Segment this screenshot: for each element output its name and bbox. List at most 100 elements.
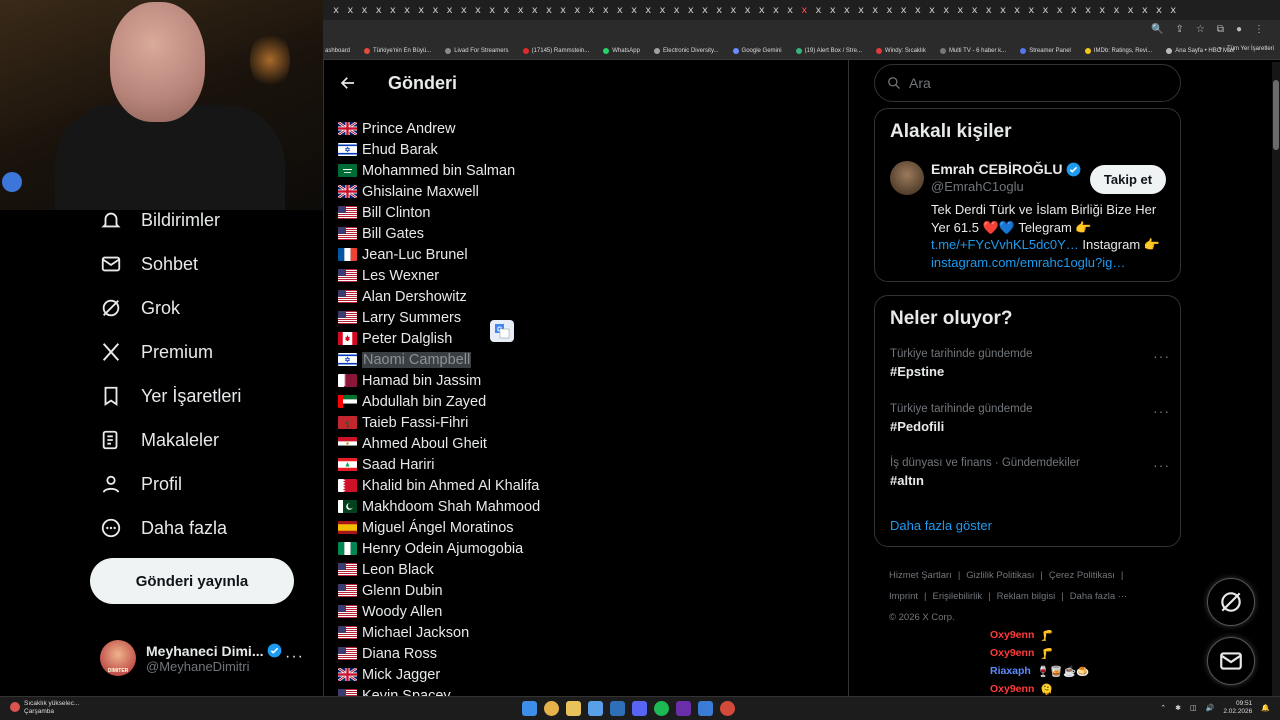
app-icon[interactable] bbox=[698, 701, 713, 716]
browser-tab-close-icon[interactable]: x bbox=[655, 5, 669, 16]
back-button[interactable] bbox=[325, 60, 371, 106]
bookmarks-overflow[interactable]: » bbox=[1219, 46, 1222, 52]
post-button[interactable]: Gönderi yayınla bbox=[90, 558, 294, 604]
trend-item[interactable]: Türkiye tarihinde gündemde #Pedofili ··· bbox=[890, 403, 1170, 434]
browser-tab-close-icon[interactable]: x bbox=[1095, 5, 1109, 16]
footer-link[interactable]: Daha fazla ··· bbox=[1070, 591, 1128, 602]
sidebar-item-yer-i-aretleri[interactable]: Yer İşaretleri bbox=[90, 374, 320, 418]
all-bookmarks[interactable]: » Tüm Yer İşaretleri bbox=[1219, 46, 1274, 52]
browser-tab-close-icon[interactable]: x bbox=[329, 5, 343, 16]
browser-tab-close-icon[interactable]: x bbox=[726, 5, 740, 16]
telegram-link[interactable]: t.me/+FYcVvhKL5dc0Y… bbox=[931, 237, 1079, 252]
notification-icon[interactable]: 🔔 bbox=[1261, 704, 1270, 712]
app-icon[interactable] bbox=[676, 701, 691, 716]
account-switcher[interactable]: DIMITER Meyhaneci Dimi... @MeyhaneDimitr… bbox=[100, 636, 310, 680]
bluetooth-icon[interactable]: ✱ bbox=[1175, 704, 1181, 712]
chevron-up-icon[interactable]: ⌃ bbox=[1160, 704, 1166, 712]
sidebar-item-profil[interactable]: Profil bbox=[90, 462, 320, 506]
browser-tab-close-icon[interactable]: x bbox=[996, 5, 1010, 16]
bookmark-label[interactable]: Windy: Sıcaklık bbox=[885, 48, 926, 54]
browser-tab-close-icon[interactable]: x bbox=[882, 5, 896, 16]
volume-icon[interactable]: 🔊 bbox=[1206, 704, 1215, 712]
google-translate-icon[interactable]: G bbox=[490, 320, 514, 342]
browser-tab-close-icon[interactable]: x bbox=[911, 5, 925, 16]
browser-tab-close-icon[interactable]: x bbox=[485, 5, 499, 16]
browser-tab-close-icon[interactable]: x bbox=[457, 5, 471, 16]
browser-tab-close-icon[interactable]: x bbox=[1010, 5, 1024, 16]
footer-link[interactable]: Hizmet Şartları bbox=[889, 570, 952, 581]
star-icon[interactable]: ☆ bbox=[1196, 24, 1205, 35]
browser-tab-close-icon[interactable]: x bbox=[513, 5, 527, 16]
browser-tab-close-icon[interactable]: x bbox=[357, 5, 371, 16]
sidebar-item-grok[interactable]: Grok bbox=[90, 286, 320, 330]
bookmark-label[interactable]: ashboard bbox=[325, 48, 350, 54]
clock-time[interactable]: 09:51 bbox=[1223, 700, 1252, 708]
browser-tab-close-icon[interactable]: x bbox=[343, 5, 357, 16]
browser-tab-close-icon[interactable]: x bbox=[897, 5, 911, 16]
browser-tab-close-icon[interactable]: x bbox=[868, 5, 882, 16]
browser-tab-close-icon[interactable]: x bbox=[811, 5, 825, 16]
start-icon[interactable] bbox=[522, 701, 537, 716]
browser-tab-close-icon[interactable]: x bbox=[740, 5, 754, 16]
weather-widget[interactable]: Sıcaklık yükselec... Çarşamba bbox=[10, 700, 79, 716]
trend-item[interactable]: Türkiye tarihinde gündemde #Epstine ··· bbox=[890, 348, 1170, 379]
browser-tab-close-icon[interactable]: x bbox=[1166, 5, 1180, 16]
browser-tab-close-icon[interactable]: x bbox=[1152, 5, 1166, 16]
bookmark-label[interactable]: Google Gemini bbox=[742, 48, 782, 54]
discord-icon[interactable] bbox=[632, 701, 647, 716]
browser-tab-close-icon[interactable]: x bbox=[613, 5, 627, 16]
app-icon[interactable] bbox=[720, 701, 735, 716]
bookmark-label[interactable]: Electronic Diversity... bbox=[663, 48, 719, 54]
trend-hashtag[interactable]: #Epstine bbox=[890, 364, 1170, 379]
bookmark-label[interactable]: WhatsApp bbox=[612, 48, 640, 54]
browser-tab-close-icon[interactable]: x bbox=[400, 5, 414, 16]
bookmark-label[interactable]: Multi TV - 6 haber k... bbox=[949, 48, 1006, 54]
bookmark-label[interactable]: Türkiye'nin En Büyü... bbox=[373, 48, 431, 54]
bookmark-item[interactable]: Multi TV - 6 haber k... bbox=[939, 47, 1006, 54]
footer-link[interactable]: Imprint bbox=[889, 591, 918, 602]
steam-icon[interactable] bbox=[610, 701, 625, 716]
browser-tab-close-icon[interactable]: x bbox=[428, 5, 442, 16]
browser-tab-close-icon[interactable]: x bbox=[712, 5, 726, 16]
trend-hashtag[interactable]: #altın bbox=[890, 473, 1170, 488]
browser-tab-close-icon[interactable]: x bbox=[698, 5, 712, 16]
all-bookmarks-label[interactable]: Tüm Yer İşaretleri bbox=[1227, 46, 1274, 52]
browser-tab-close-icon[interactable]: x bbox=[584, 5, 598, 16]
browser-tab-close-icon[interactable]: x bbox=[684, 5, 698, 16]
browser-tab-close-icon[interactable]: x bbox=[769, 5, 783, 16]
footer-link[interactable]: Gizlilik Politikası bbox=[966, 570, 1034, 581]
browser-tab-close-icon[interactable]: x bbox=[967, 5, 981, 16]
app-icon[interactable] bbox=[588, 701, 603, 716]
browser-tab-close-icon[interactable]: x bbox=[386, 5, 400, 16]
browser-tab-close-icon[interactable]: x bbox=[1124, 5, 1138, 16]
grok-button[interactable] bbox=[1207, 578, 1255, 626]
browser-tab-close-icon[interactable]: x bbox=[925, 5, 939, 16]
avatar[interactable] bbox=[890, 161, 924, 195]
chrome-icon[interactable] bbox=[544, 701, 559, 716]
folder-icon[interactable] bbox=[566, 701, 581, 716]
bookmark-item[interactable]: ashboard bbox=[325, 48, 350, 54]
spotify-icon[interactable] bbox=[654, 701, 669, 716]
browser-tab-close-icon[interactable]: x bbox=[641, 5, 655, 16]
browser-tab-close-icon[interactable]: x bbox=[414, 5, 428, 16]
bookmark-item[interactable]: Windy: Sıcaklık bbox=[875, 47, 926, 54]
more-icon[interactable]: ··· bbox=[285, 648, 304, 666]
trend-hashtag[interactable]: #Pedofili bbox=[890, 419, 1170, 434]
browser-tab-close-icon[interactable]: x bbox=[797, 5, 811, 16]
bookmark-item[interactable]: WhatsApp bbox=[603, 47, 640, 54]
sidebar-item-bildirimler[interactable]: Bildirimler bbox=[90, 198, 320, 242]
browser-tab-close-icon[interactable]: x bbox=[1138, 5, 1152, 16]
browser-tab-close-icon[interactable]: x bbox=[443, 5, 457, 16]
messages-button[interactable] bbox=[1207, 637, 1255, 685]
related-user[interactable]: Emrah CEBİROĞLU @EmrahC1oglu bbox=[890, 161, 1081, 195]
clock-date[interactable]: 2.02.2026 bbox=[1223, 708, 1252, 716]
bookmark-item[interactable]: Türkiye'nin En Büyü... bbox=[364, 47, 431, 54]
show-more-link[interactable]: Daha fazla göster bbox=[890, 518, 992, 533]
browser-tab-close-icon[interactable]: x bbox=[599, 5, 613, 16]
search-box[interactable] bbox=[874, 64, 1181, 102]
browser-tab-close-icon[interactable]: x bbox=[1053, 5, 1067, 16]
footer-link[interactable]: Reklam bilgisi bbox=[997, 591, 1056, 602]
extensions-icon[interactable]: ⧉ bbox=[1217, 24, 1224, 35]
follow-button[interactable]: Takip et bbox=[1090, 165, 1166, 194]
browser-tab-close-icon[interactable]: x bbox=[953, 5, 967, 16]
